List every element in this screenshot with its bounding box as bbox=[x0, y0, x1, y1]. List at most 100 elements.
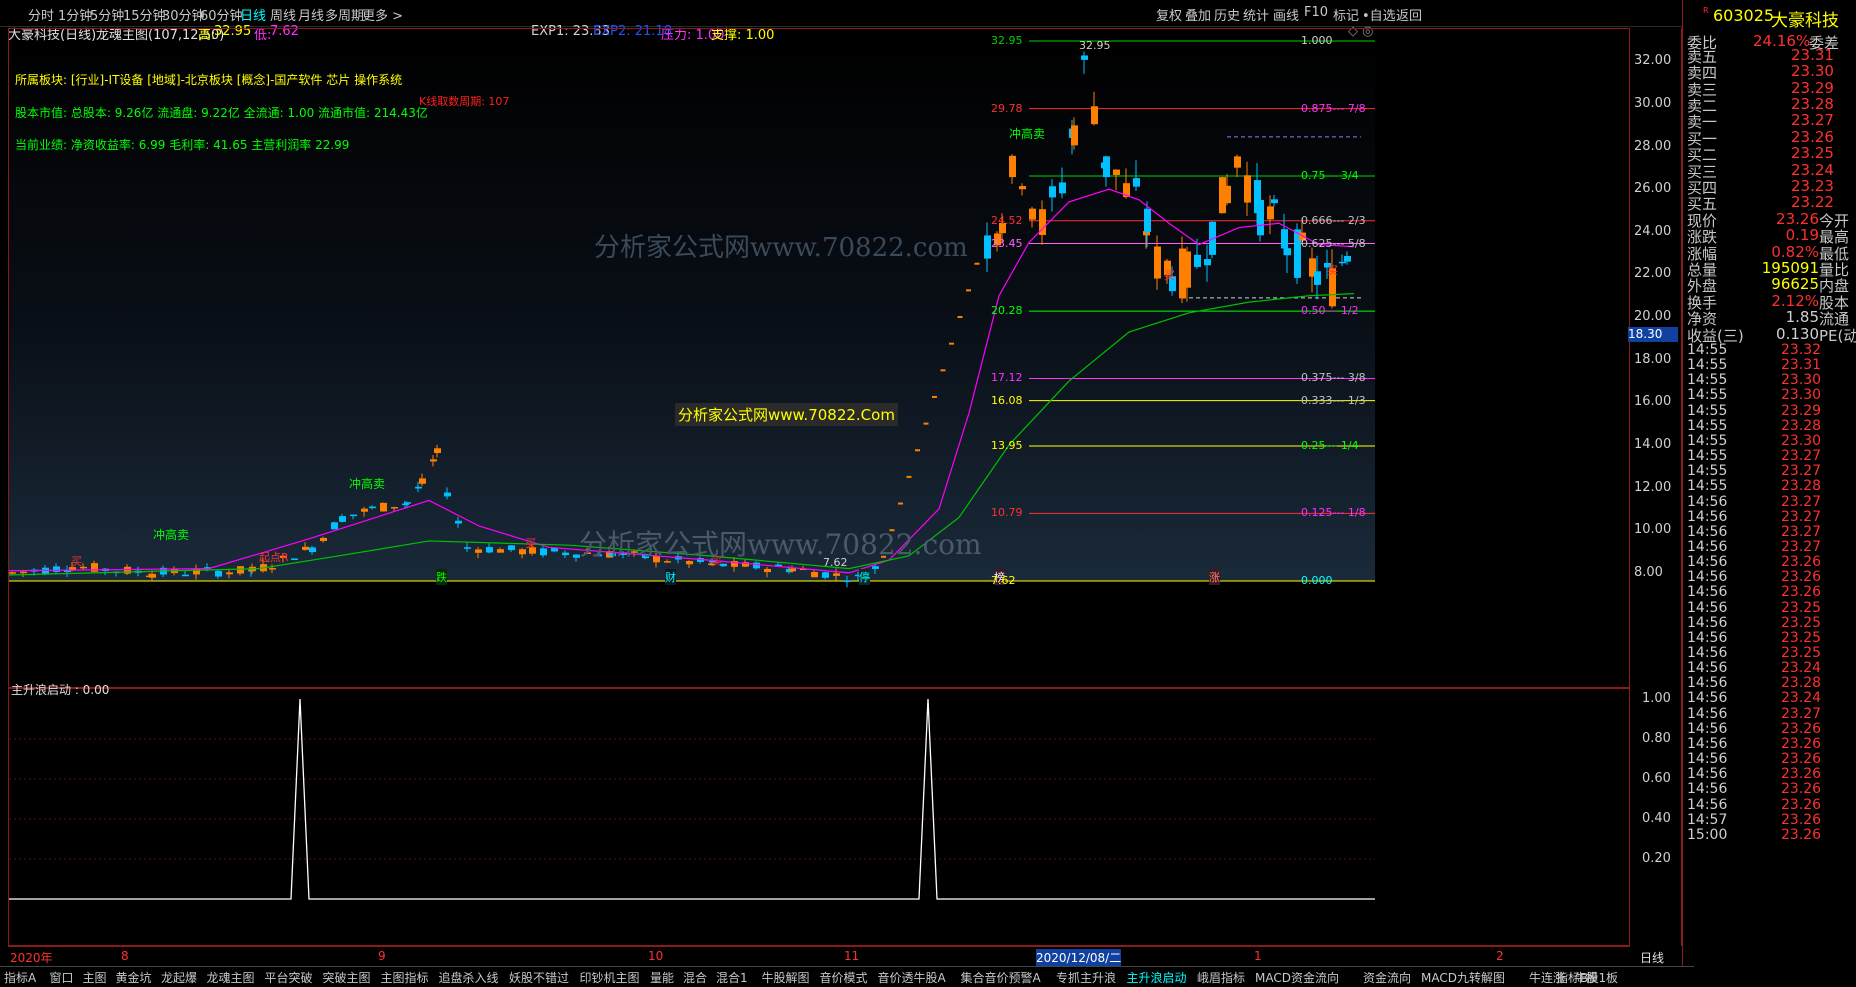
indicator-tab-5[interactable]: 龙魂主图 bbox=[207, 969, 255, 986]
period-tab-10[interactable]: 更多 > bbox=[362, 5, 403, 24]
period-tab-5[interactable]: 60分钟 bbox=[200, 5, 243, 24]
indicator-tab-2[interactable]: 主图 bbox=[83, 969, 107, 986]
period-tab-7[interactable]: 周线 bbox=[270, 5, 296, 24]
tick-price: 23.27 bbox=[1781, 508, 1822, 525]
tick-price: 23.30 bbox=[1781, 432, 1822, 449]
indicator-tab-10[interactable]: 妖股不错过 bbox=[509, 969, 569, 986]
fib-frac-8: 0.25--- 1/4 bbox=[1301, 439, 1359, 453]
sell-price: 23.30 bbox=[1791, 62, 1834, 81]
tick-price: 23.25 bbox=[1781, 645, 1822, 661]
high-marker: 32.95 bbox=[1079, 39, 1111, 52]
tick-time: 14:55 bbox=[1687, 372, 1728, 389]
bottom-right-tab-1[interactable]: 模 bbox=[1586, 969, 1598, 986]
period-tab-3[interactable]: 15分钟 bbox=[123, 5, 166, 24]
indicator-tab-14[interactable]: 混合1 bbox=[716, 969, 748, 986]
indicator-tab-6[interactable]: 平台突破 bbox=[265, 969, 313, 986]
fib-frac-1: 0.875--- 7/8 bbox=[1301, 101, 1366, 115]
indicator-tab-22[interactable]: MACD资金流向 bbox=[1255, 969, 1339, 986]
period-tab-0[interactable]: 分时 bbox=[28, 5, 54, 24]
limit-up-mark bbox=[957, 316, 963, 319]
sector-info: 所属板块: [行业]-IT设备 [地域]-北京板块 [概念]-国产软件 芯片 操… bbox=[15, 73, 403, 87]
fib-price-1: 29.78 bbox=[991, 101, 1023, 115]
sub-indicator-panel[interactable]: 主升浪启动 : 0.00 bbox=[8, 683, 1630, 946]
indicator-tab-19[interactable]: 专抓主升浪 bbox=[1056, 969, 1116, 986]
bottom-right-tab-0[interactable]: 指标B bbox=[1556, 969, 1588, 986]
sell-price: 23.27 bbox=[1791, 111, 1834, 130]
toolbar-button-0[interactable]: 复权 bbox=[1156, 5, 1182, 24]
signal-sell-2: 冲高卖 bbox=[349, 477, 386, 491]
indicator-tab-18[interactable]: 集合音价预警A bbox=[961, 969, 1041, 986]
date-label-4: 10 bbox=[648, 949, 664, 963]
low-marker: 7.62 bbox=[823, 556, 848, 569]
tick-price: 23.28 bbox=[1781, 675, 1822, 692]
date-label-8: 2 bbox=[1496, 949, 1504, 963]
signal-ting: 停 bbox=[859, 569, 870, 585]
indicator-tab-0[interactable]: 指标A bbox=[4, 969, 36, 986]
fib-frac-3: 0.666--- 2/3 bbox=[1301, 213, 1366, 227]
indicator-tab-17[interactable]: 音价透牛股A bbox=[878, 969, 946, 986]
indicator-tab-21[interactable]: 峨眉指标 bbox=[1197, 969, 1245, 986]
toolbar-button-1[interactable]: 叠加 bbox=[1185, 5, 1211, 24]
period-tab-1[interactable]: 1分钟 bbox=[58, 5, 92, 24]
toolbar-button-3[interactable]: 统计 bbox=[1243, 5, 1269, 24]
candle bbox=[331, 521, 338, 530]
indicator-tab-16[interactable]: 音价模式 bbox=[820, 969, 868, 986]
indicator-tab-20[interactable]: 主升浪启动 bbox=[1127, 969, 1187, 986]
bottom-right-tab-2[interactable]: 板 bbox=[1606, 969, 1618, 986]
limit-up-mark bbox=[932, 395, 937, 398]
period-tab-9[interactable]: 多周期 bbox=[325, 5, 364, 24]
kline-period: K线取数周期: 107 bbox=[419, 95, 510, 108]
indicator-tab-8[interactable]: 主图指标 bbox=[381, 969, 429, 986]
signal-buy-2: 买 bbox=[1327, 264, 1338, 277]
fib-frac-9: 0.125--- 1/8 bbox=[1301, 506, 1366, 520]
indicator-tab-11[interactable]: 印钞机主图 bbox=[580, 969, 640, 986]
toolbar-button-5[interactable]: F10 bbox=[1304, 5, 1328, 20]
indicator-tab-1[interactable]: 窗口 bbox=[50, 969, 74, 986]
toolbar-button-4[interactable]: 画线 bbox=[1273, 5, 1299, 24]
toolbar-button-2[interactable]: 历史 bbox=[1214, 5, 1240, 24]
period-tab-6[interactable]: 日线 bbox=[240, 5, 266, 24]
date-axis: 2020年 8 9 10 11 2020/12/08/二 1 2 日线 bbox=[8, 946, 1664, 967]
buy-price: 23.22 bbox=[1791, 193, 1834, 212]
indicator-tab-3[interactable]: 黄金坑 bbox=[116, 969, 152, 986]
toolbar-button-7[interactable]: •自选 bbox=[1362, 5, 1396, 24]
indicator-tab-23[interactable]: 资金流向 bbox=[1363, 969, 1411, 986]
indicator-tab-9[interactable]: 追盘杀入线 bbox=[439, 969, 499, 986]
fib-frac-7: 0.333--- 1/3 bbox=[1301, 393, 1366, 407]
indicator-tab-7[interactable]: 突破主图 bbox=[323, 969, 371, 986]
tick-time: 14:55 bbox=[1687, 402, 1728, 419]
toolbar-button-8[interactable]: 返回 bbox=[1396, 5, 1422, 24]
indicator-tab-4[interactable]: 龙起爆 bbox=[161, 969, 197, 986]
tick-time: 14:55 bbox=[1687, 387, 1728, 404]
buy-price: 23.23 bbox=[1791, 176, 1834, 195]
price-axis-label-2: 28.00 bbox=[1634, 138, 1672, 154]
limit-up-mark bbox=[974, 262, 980, 265]
period-tab-4[interactable]: 30分钟 bbox=[162, 5, 205, 24]
indicator-tab-12[interactable]: 量能 bbox=[650, 969, 674, 986]
tick-time: 14:56 bbox=[1687, 751, 1728, 768]
limit-up-mark bbox=[906, 475, 912, 478]
period-label[interactable]: 日线 bbox=[1640, 949, 1664, 966]
tick-time: 14:55 bbox=[1687, 432, 1728, 449]
main-chart-panel[interactable]: 所属板块: [行业]-IT设备 [地域]-北京板块 [概念]-国产软件 芯片 操… bbox=[8, 28, 1630, 688]
indicator-tab-13[interactable]: 混合 bbox=[683, 969, 707, 986]
quote-panel: R 603025 大豪科技 委比 24.16% 委差 卖五 23.31 卖四 23.3… bbox=[1682, 0, 1856, 986]
fib-frac-10: 0.000 bbox=[1301, 574, 1333, 587]
sub-axis-label-0: 1.00 bbox=[1642, 691, 1671, 706]
tick-price: 23.26 bbox=[1781, 751, 1822, 768]
tick-time: 14:56 bbox=[1687, 584, 1728, 601]
date-label-2: 8 bbox=[121, 949, 129, 963]
limit-up-mark bbox=[898, 502, 903, 505]
tick-price: 23.26 bbox=[1781, 584, 1822, 601]
indicator-tab-15[interactable]: 牛股解图 bbox=[762, 969, 810, 986]
period-tab-2[interactable]: 5分钟 bbox=[90, 5, 124, 24]
tick-time: 14:55 bbox=[1687, 448, 1728, 465]
tick-price: 23.26 bbox=[1781, 811, 1822, 828]
date-cursor-label: 2020/12/08/二 bbox=[1036, 949, 1122, 966]
fib-price-3: 24.52 bbox=[991, 213, 1023, 227]
indicator-tab-24[interactable]: MACD九转解图 bbox=[1421, 969, 1505, 986]
price-axis-label-3: 26.00 bbox=[1634, 181, 1672, 197]
candle bbox=[1257, 197, 1264, 242]
toolbar-button-6[interactable]: 标记 bbox=[1333, 5, 1359, 24]
period-tab-8[interactable]: 月线 bbox=[298, 5, 324, 24]
